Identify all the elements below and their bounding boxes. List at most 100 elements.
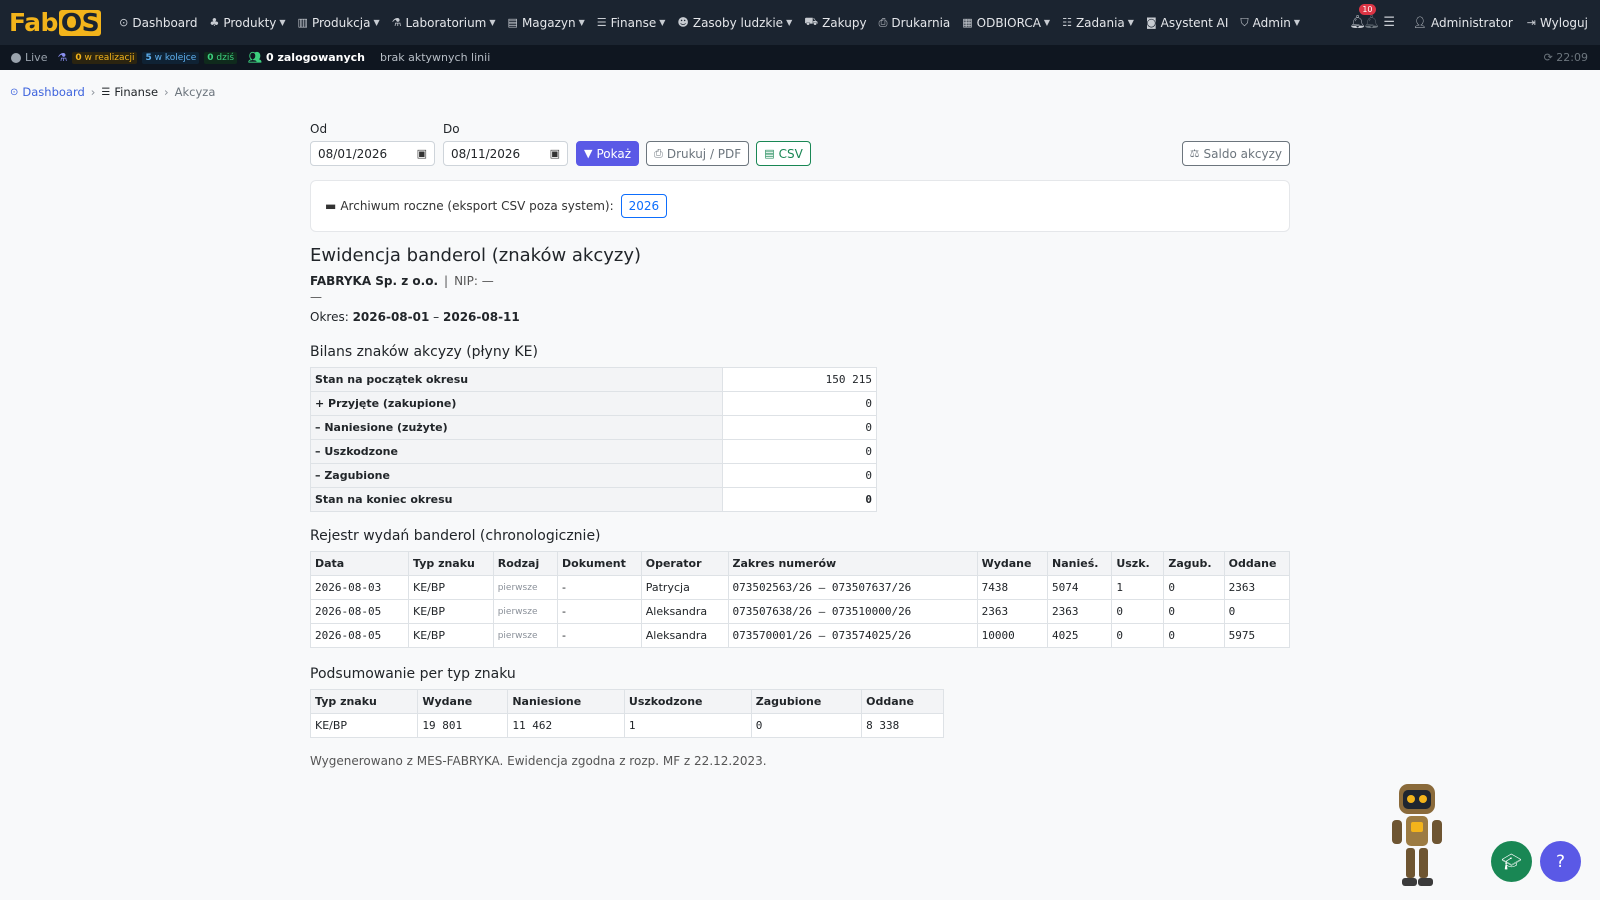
pipe-separator: | [444, 274, 449, 288]
register-column-header[interactable]: Operator [640, 551, 729, 576]
archive-year-button[interactable]: 2026 [620, 194, 668, 218]
register-column-header[interactable]: Dokument [557, 551, 642, 576]
users-icon: 👥︎ [248, 51, 262, 64]
nav-item-dashboard[interactable]: ⊙ Dashboard [119, 16, 197, 30]
nav-item-icon: ♣ [209, 16, 220, 29]
balance-row-value: 0 [722, 439, 877, 464]
nav-item-zasoby-ludzkie[interactable]: ☻ Zasoby ludzkie ▼ [677, 16, 792, 30]
nav-item-zakupy[interactable]: ⛟ Zakupy [804, 15, 866, 30]
notifications-badge: 10 [1359, 4, 1376, 15]
coins-icon: ☰ [101, 86, 111, 98]
nav-item-icon: ▥ [297, 16, 308, 29]
balance-row: Stan na początek okresu 150 215 [310, 367, 877, 392]
register-cell: - [557, 575, 642, 600]
date-to-input[interactable]: 08/11/2026 ▣ [443, 141, 568, 166]
summary-section-title: Podsumowanie per typ znaku [310, 666, 516, 682]
summary-column-header[interactable]: Uszkodzone [623, 689, 752, 714]
nav-item-laboratorium[interactable]: ⚗ Laboratorium ▼ [392, 16, 496, 30]
graduation-cap-icon: 🎓︎ [1501, 852, 1522, 871]
today-label: dziś [216, 52, 235, 63]
excise-balance-button[interactable]: ⚖ Saldo akcyzy [1181, 141, 1290, 166]
csv-button[interactable]: ▤ CSV [756, 141, 811, 166]
summary-row: KE/BP 19 801 11 462 1 0 8 338 [309, 713, 944, 738]
archive-label: Archiwum roczne (eksport CSV poza system… [340, 199, 614, 213]
nav-item-icon: ◙ [1145, 16, 1157, 29]
queue-label: w kolejce [154, 52, 197, 63]
annual-archive-card: ▬ Archiwum roczne (eksport CSV poza syst… [310, 180, 1290, 232]
logged-in-users[interactable]: 👥︎ 0 zalogowanych [248, 51, 365, 64]
summary-column-header[interactable]: Naniesione [507, 689, 625, 714]
register-cell: 2363 [1047, 599, 1113, 624]
balance-row: Stan na koniec okresu 0 [310, 487, 877, 512]
register-column-header[interactable]: Typ znaku [408, 551, 494, 576]
refresh-clock: ⟳ 22:09 [1543, 51, 1588, 64]
report-period: Okres: 2026-08-01 – 2026-08-11 [310, 310, 1290, 324]
graduation-cap-button[interactable]: 🎓︎ [1491, 841, 1532, 882]
ai-assistant-robot-icon[interactable] [1382, 782, 1452, 890]
register-column-header[interactable]: Data [310, 551, 409, 576]
breadcrumb-finanse[interactable]: ☰ Finanse [101, 85, 158, 99]
period-label: Okres: [310, 310, 349, 324]
nav-item-label: Magazyn [521, 15, 576, 30]
nav-item-produkty[interactable]: ♣ Produkty ▼ [209, 16, 285, 30]
user-menu[interactable]: 👤︎ Administrator [1413, 16, 1513, 30]
calendar-icon[interactable]: ▣ [550, 147, 560, 160]
caret-down-icon: ▼ [786, 18, 793, 27]
help-button[interactable]: ? [1540, 841, 1581, 882]
summary-column-header[interactable]: Typ znaku [309, 689, 419, 714]
register-cell: 2026-08-05 [310, 599, 409, 624]
report-footnote: Wygenerowano z MES-FABRYKA. Ewidencja zg… [310, 754, 767, 768]
logout-link[interactable]: ⇥ Wyloguj [1527, 16, 1588, 30]
menu-toggle-icon[interactable]: ☰ [1383, 15, 1395, 30]
in-progress-badge[interactable]: 0 w realizacji [72, 51, 138, 64]
register-cell: Aleksandra [640, 599, 729, 624]
balance-row: – Uszkodzone 0 [310, 439, 877, 464]
notifications-bell[interactable]: 🔔︎ 🔔︎ 10 [1349, 4, 1380, 30]
nav-item-drukarnia[interactable]: ⎙ Drukarnia [879, 16, 951, 30]
register-column-header[interactable]: Nanieś. [1047, 551, 1113, 576]
summary-column-header[interactable]: Wydane [417, 689, 509, 714]
breadcrumb-dashboard[interactable]: ⊙ Dashboard [10, 85, 85, 99]
register-table: Data Typ znaku Rodzaj Dokument Operator Zakre… [310, 551, 1291, 648]
show-button[interactable]: ▼ Pokaż [576, 141, 640, 166]
register-column-header[interactable]: Zakres numerów [727, 551, 978, 576]
nav-item-asystent-ai[interactable]: ◙ Asystent AI [1146, 16, 1228, 30]
nav-item-finanse[interactable]: ☰ Finanse ▼ [597, 16, 666, 30]
top-navbar: Fab OS ⊙ Dashboard ♣ Produkty ▼ ▥ Produkcja ▼ ⚗ La… [0, 0, 1600, 45]
balance-row-label: – Uszkodzone [310, 439, 723, 464]
address-placeholder: — [310, 290, 322, 304]
today-badge[interactable]: 0 dziś [204, 51, 238, 64]
print-pdf-button[interactable]: ⎙ Drukuj / PDF [646, 141, 750, 166]
date-to-label: Do [443, 122, 460, 136]
queue-badge[interactable]: 5 w kolejce [142, 51, 200, 64]
register-column-header[interactable]: Zagub. [1163, 551, 1225, 576]
nav-item-odbiorca[interactable]: ▦ ODBIORCA ▼ [962, 16, 1050, 30]
register-column-header[interactable]: Wydane [976, 551, 1049, 576]
register-column-header[interactable]: Oddane [1223, 551, 1291, 576]
nav-item-admin[interactable]: ⛉ Admin ▼ [1240, 16, 1300, 30]
summary-column-header[interactable]: Oddane [861, 689, 944, 714]
register-column-header[interactable]: Uszk. [1111, 551, 1165, 576]
caret-down-icon: ▼ [489, 18, 496, 27]
nav-item-label: Drukarnia [891, 15, 951, 30]
date-to-field: Do 08/11/2026 ▣ [443, 122, 568, 166]
register-cell: 0 [1223, 599, 1291, 624]
nav-item-zadania[interactable]: ☷ Zadania ▼ [1062, 16, 1134, 30]
nav-item-magazyn[interactable]: ▤ Magazyn ▼ [508, 16, 585, 30]
summary-column-header[interactable]: Zagubione [750, 689, 863, 714]
date-from-input[interactable]: 08/01/2026 ▣ [310, 141, 435, 166]
fabos-logo[interactable]: Fab OS [9, 8, 102, 37]
calendar-icon[interactable]: ▣ [417, 147, 427, 160]
register-cell: pierwsze [492, 599, 559, 624]
queue-count: 5 [145, 52, 152, 63]
caret-down-icon: ▼ [373, 18, 380, 27]
register-column-header[interactable]: Rodzaj [492, 551, 559, 576]
nav-item-produkcja[interactable]: ▥ Produkcja ▼ [298, 16, 380, 30]
caret-down-icon: ▼ [1293, 18, 1301, 27]
register-cell: 0 [1111, 623, 1165, 648]
register-cell: KE/BP [408, 599, 494, 624]
logo-fab-text: Fab [9, 8, 58, 37]
date-to-value: 08/11/2026 [451, 146, 521, 161]
bell-secondary-icon: 🔔︎ [1363, 15, 1380, 30]
in-progress-count: 0 [75, 52, 82, 63]
